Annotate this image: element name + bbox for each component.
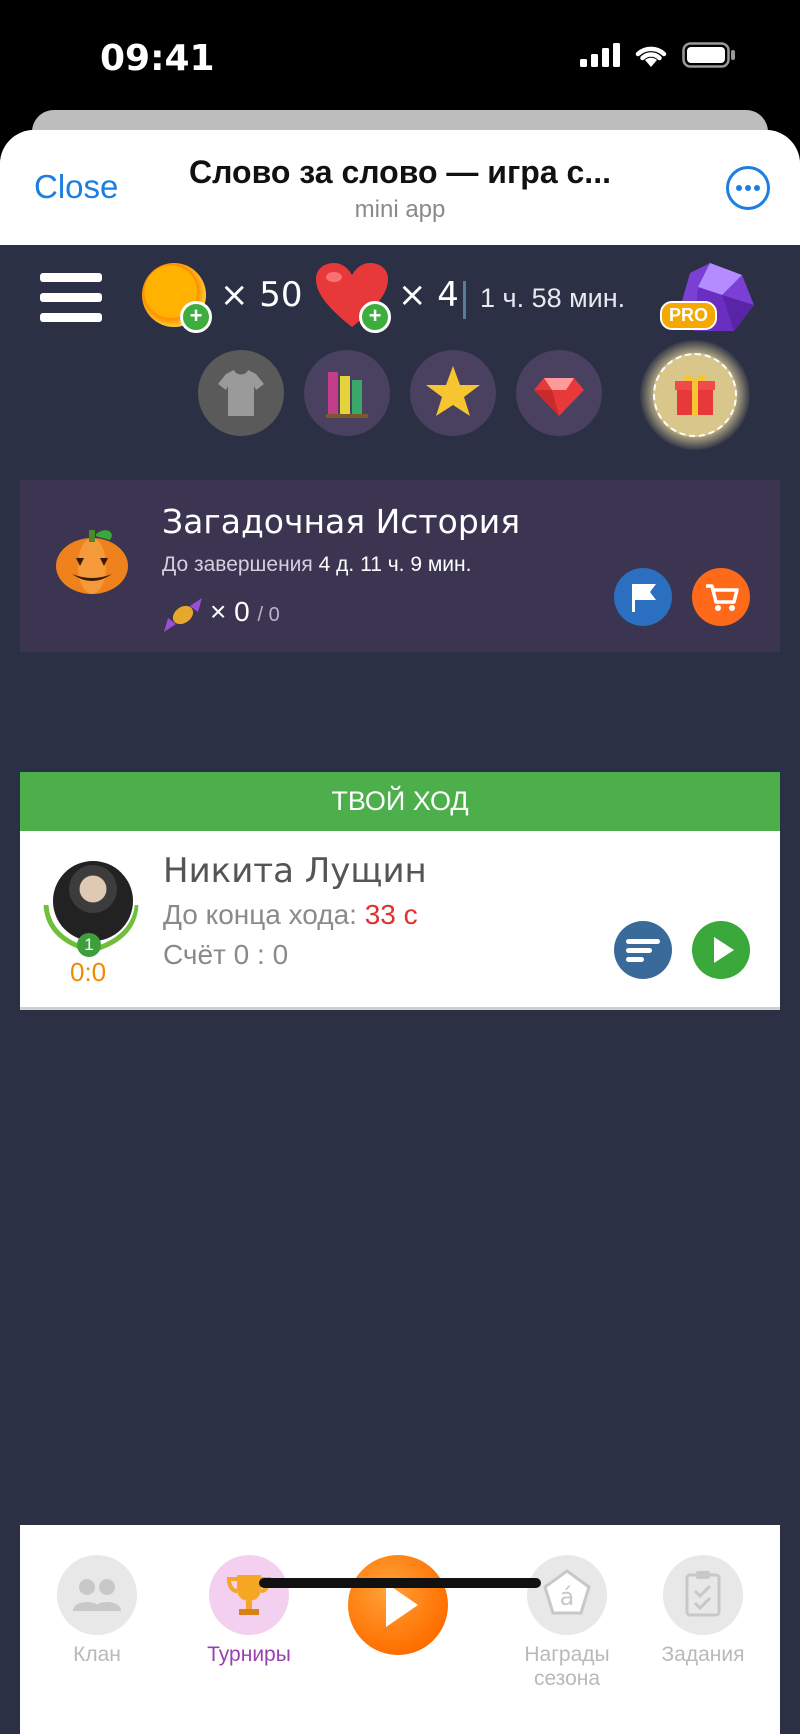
- gift-button[interactable]: [653, 353, 737, 437]
- signal-icon: [580, 43, 620, 67]
- gem-shop-button[interactable]: [516, 350, 602, 436]
- mini-app-title: Слово за слово — игра с...: [189, 154, 611, 190]
- home-indicator: [259, 1578, 541, 1588]
- nav-tournaments[interactable]: Турниры: [184, 1555, 314, 1667]
- candy-total: / 0: [257, 604, 280, 626]
- lives-count: × 4: [398, 275, 459, 315]
- dot-icon: [754, 185, 760, 191]
- game-area: + × 50 + × 4 1 ч. 58 мин. PRO Загадочная…: [0, 245, 800, 1734]
- trophy-icon: [209, 1555, 289, 1635]
- status-icons: [580, 42, 736, 68]
- clan-icon: [57, 1555, 137, 1635]
- lives-timer: 1 ч. 58 мин.: [480, 283, 626, 313]
- nav-season-rewards[interactable]: á Награды сезона: [502, 1555, 632, 1691]
- nav-season-rewards-label: Награды сезона: [502, 1643, 632, 1691]
- shirt-icon: [218, 370, 264, 416]
- battery-icon: [682, 42, 735, 68]
- gem-icon: [534, 378, 584, 416]
- candy-count: × 0 / 0: [210, 596, 280, 628]
- add-lives-button[interactable]: +: [359, 301, 391, 333]
- nav-clan[interactable]: Клан: [32, 1555, 162, 1667]
- nav-tasks[interactable]: Задания: [638, 1555, 768, 1667]
- add-coins-button[interactable]: +: [180, 301, 212, 333]
- pro-badge: PRO: [660, 301, 718, 330]
- status-time: 09:41: [100, 38, 215, 79]
- pro-button[interactable]: PRO: [660, 261, 760, 335]
- shirt-shop-button[interactable]: [198, 350, 284, 436]
- bottom-nav: Клан Турниры á Награды сезона Задания: [20, 1525, 780, 1734]
- menu-bar-icon: [40, 313, 102, 322]
- star-icon: [426, 366, 480, 416]
- candy-count-value: × 0: [210, 596, 250, 627]
- coin-count: × 50: [220, 275, 303, 315]
- wifi-icon: [635, 46, 667, 67]
- star-shop-button[interactable]: [410, 350, 496, 436]
- menu-bar-icon: [40, 273, 102, 282]
- nav-tasks-label: Задания: [661, 1643, 745, 1666]
- clipboard-icon: [663, 1555, 743, 1635]
- mini-app-subtitle: mini app: [354, 196, 446, 223]
- cart-icon: [706, 584, 739, 611]
- player-avatar[interactable]: [51, 859, 135, 943]
- avatar-score: 0:0: [70, 957, 107, 987]
- turn-timer: До конца хода: 33 с: [163, 899, 418, 931]
- gift-icon: [675, 374, 715, 415]
- turn-timer-value: 33 с: [364, 899, 418, 930]
- event-shop-button[interactable]: [692, 568, 750, 626]
- nav-season-rewards-line1: Награды: [524, 1643, 610, 1666]
- dot-icon: [745, 185, 751, 191]
- event-time-prefix: До завершения: [162, 553, 313, 576]
- flag-icon: [632, 584, 656, 612]
- nav-clan-label: Клан: [73, 1643, 121, 1666]
- divider: [463, 281, 466, 319]
- nav-tournaments-label: Турниры: [207, 1643, 291, 1666]
- candy-icon: [164, 598, 202, 632]
- your-turn-banner: ТВОЙ ХОД: [20, 772, 780, 831]
- status-bar: 09:41: [0, 0, 800, 110]
- play-icon: [714, 937, 734, 963]
- event-time-value: 4 д. 11 ч. 9 мин.: [318, 553, 472, 576]
- play-match-button[interactable]: [692, 921, 750, 979]
- svg-text:á: á: [560, 1583, 575, 1611]
- event-title: Загадочная История: [162, 502, 521, 541]
- dot-icon: [736, 185, 742, 191]
- mini-app-header: Close Слово за слово — игра с... mini ap…: [0, 130, 800, 245]
- chat-button[interactable]: [614, 921, 672, 979]
- play-icon: [386, 1583, 418, 1627]
- turn-timer-prefix: До конца хода:: [163, 899, 357, 930]
- pentagon-a-icon: á: [527, 1555, 607, 1635]
- main-play-button[interactable]: [348, 1555, 448, 1655]
- match-card[interactable]: 1 0:0 Никита Лущин До конца хода: 33 с С…: [20, 831, 780, 1010]
- pumpkin-icon: [56, 530, 128, 594]
- rank-badge: 1: [77, 933, 101, 957]
- lines-icon: [626, 939, 660, 962]
- more-options-button[interactable]: [726, 166, 770, 210]
- books-shop-button[interactable]: [304, 350, 390, 436]
- match-score: Счёт 0 : 0: [163, 939, 289, 970]
- event-card[interactable]: Загадочная История До завершения 4 д. 11…: [20, 480, 780, 652]
- menu-button[interactable]: [40, 273, 102, 323]
- mini-app-sheet: Close Слово за слово — игра с... mini ap…: [0, 130, 800, 1734]
- books-icon: [326, 372, 368, 418]
- player-name: Никита Лущин: [163, 851, 427, 891]
- menu-bar-icon: [40, 293, 102, 302]
- event-time: До завершения 4 д. 11 ч. 9 мин.: [162, 553, 471, 577]
- event-leaderboard-button[interactable]: [614, 568, 672, 626]
- nav-season-rewards-line2: сезона: [533, 1667, 601, 1690]
- candy-counter: × 0 / 0: [162, 592, 362, 636]
